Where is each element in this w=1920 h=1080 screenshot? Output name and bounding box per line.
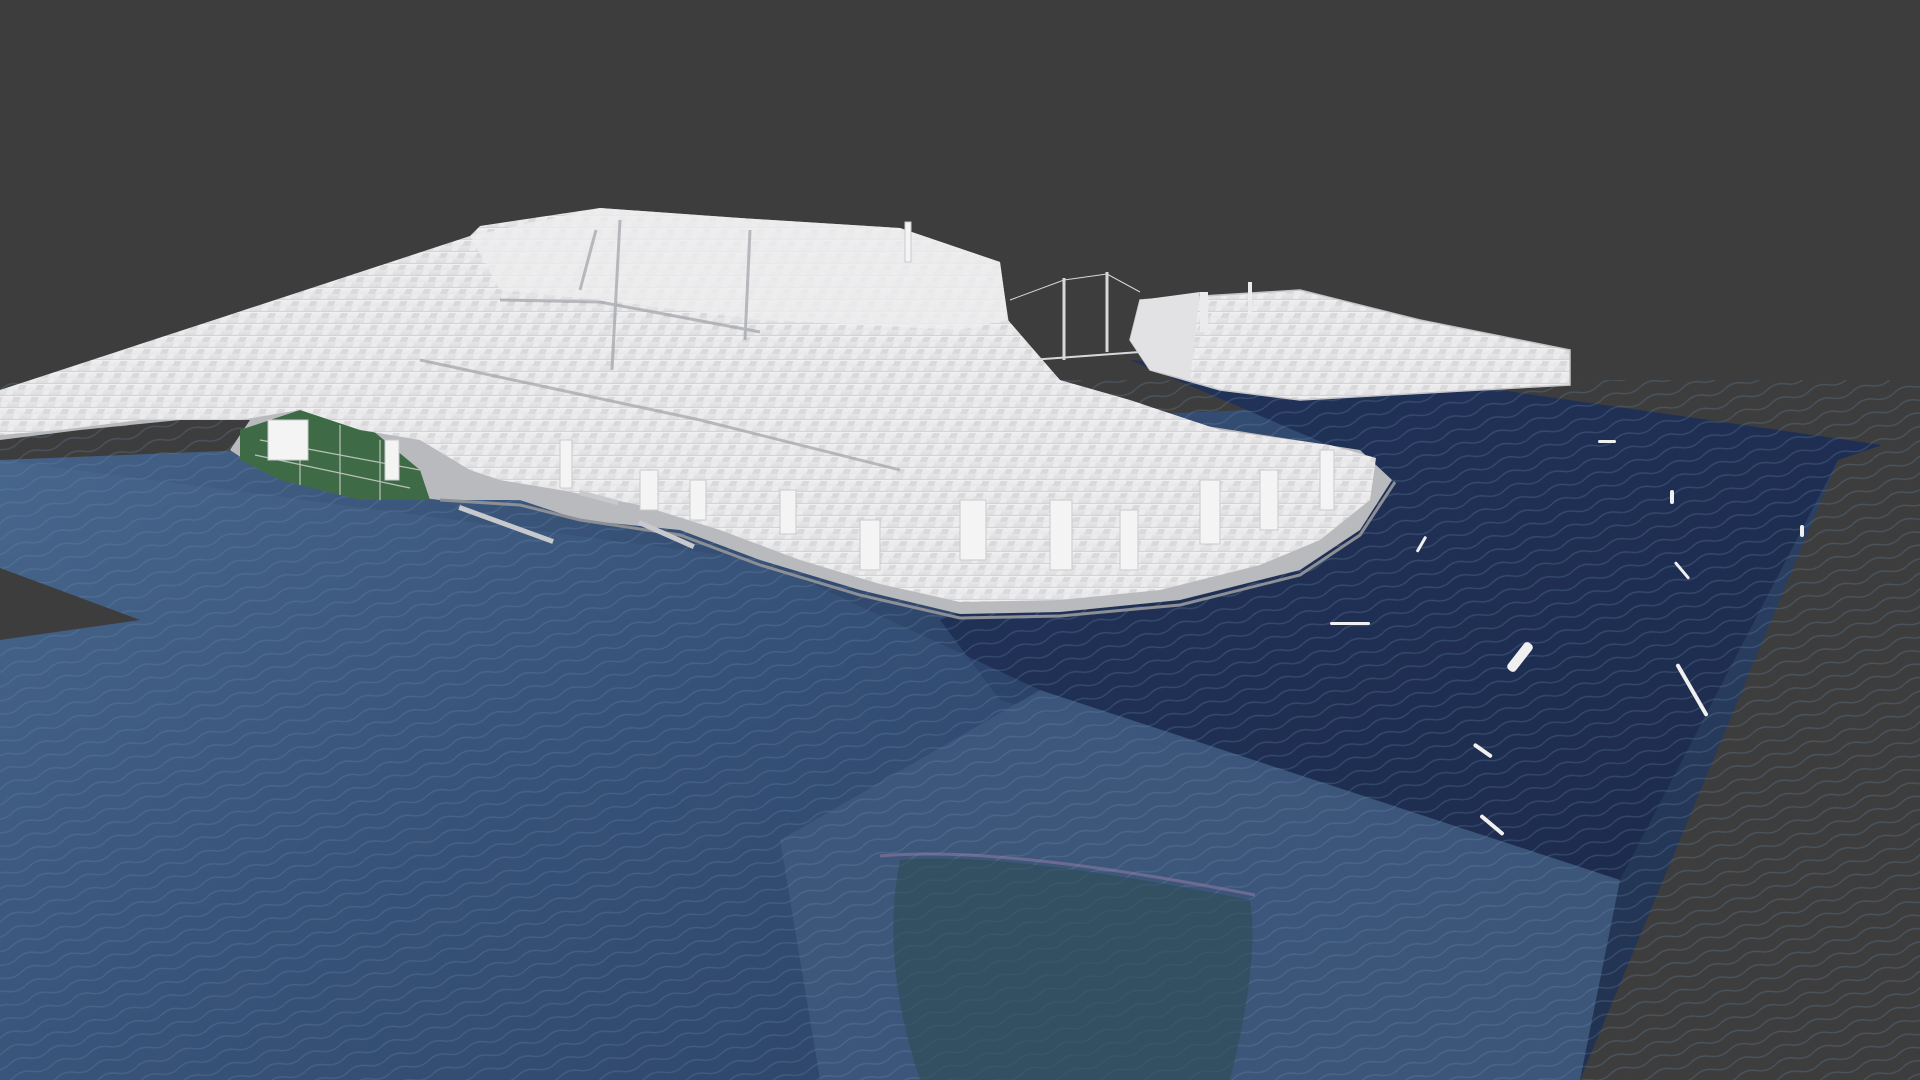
city-model-render[interactable] xyxy=(0,0,1920,1080)
3d-viewport[interactable] xyxy=(0,0,1920,1080)
right-island xyxy=(1129,282,1571,401)
